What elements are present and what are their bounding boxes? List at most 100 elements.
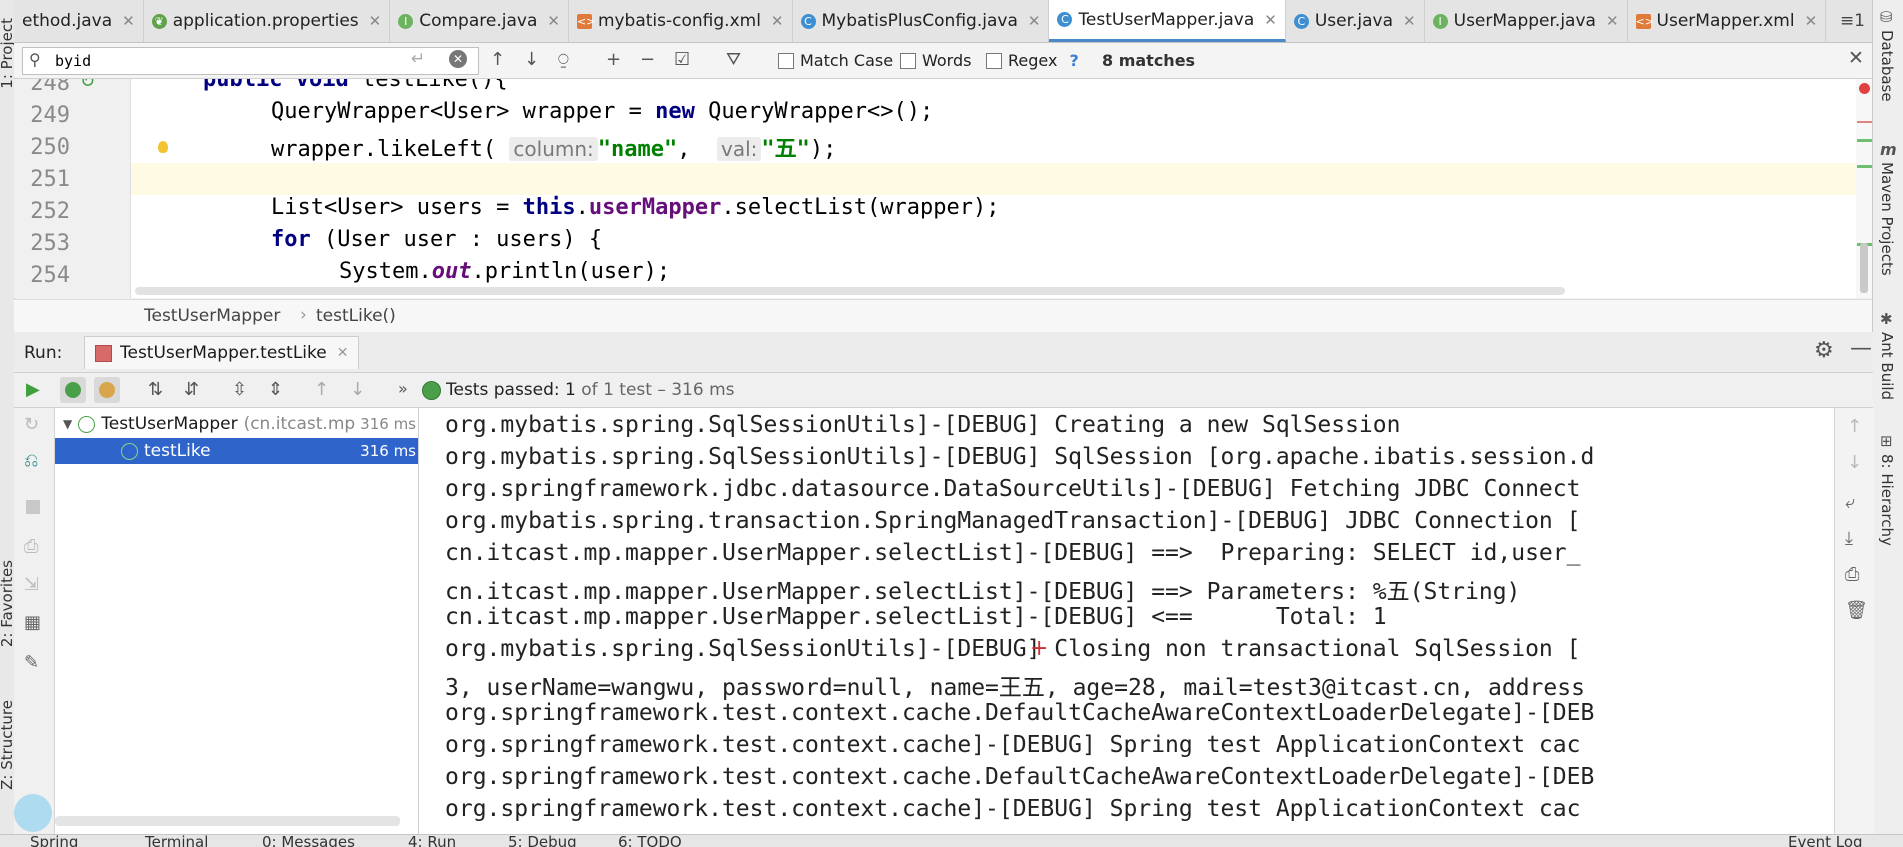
collapse-all-icon[interactable]: ⇕ (268, 379, 283, 400)
more-icon[interactable]: » (398, 379, 408, 398)
close-icon[interactable]: ✕ (337, 345, 349, 361)
stripe-mark[interactable] (1857, 139, 1873, 142)
suite-package: (cn.itcast.mp (243, 414, 356, 434)
close-find-icon[interactable]: ✕ (1848, 47, 1864, 69)
trash-icon[interactable]: 🗑 (1845, 600, 1868, 621)
previous-failed-icon[interactable]: ↑ (314, 379, 329, 400)
print-icon[interactable]: ⎙ (1845, 564, 1859, 585)
find-all-icon[interactable]: ⍜ (558, 49, 569, 70)
console-line: org.springframework.jdbc.datasource.Data… (445, 476, 1581, 502)
gear-icon[interactable]: ⚙ (1814, 338, 1834, 363)
breadcrumb-class[interactable]: TestUserMapper (144, 306, 280, 326)
previous-occurrence-icon[interactable]: ↑ (490, 49, 505, 70)
event-log-tool-button[interactable]: Event Log (1788, 835, 1863, 847)
keyword: public (203, 79, 283, 92)
code-line-252: List<User> users = this.userMapper.selec… (271, 195, 1873, 227)
rerun-icon[interactable]: ▶ (26, 379, 40, 400)
run-tab[interactable]: TestUserMapper.testLike ✕ (84, 336, 360, 369)
close-icon[interactable]: ✕ (771, 12, 784, 30)
close-icon[interactable]: ✕ (1028, 12, 1041, 30)
close-icon[interactable]: ✕ (122, 12, 135, 30)
toggle-auto-test-icon[interactable]: ⎌ (24, 450, 38, 471)
regex-help-link[interactable]: ? (1069, 51, 1078, 70)
add-occurrence-icon[interactable]: + (606, 49, 621, 70)
select-all-occurrences-icon[interactable]: ☑ (674, 49, 690, 70)
close-icon[interactable]: ✕ (1403, 12, 1416, 30)
tab-mybatisplusconfig-java[interactable]: C MybatisPlusConfig.java ✕ (793, 0, 1050, 42)
stop-icon[interactable] (26, 500, 40, 514)
clear-search-icon[interactable]: ✕ (449, 50, 467, 68)
words-checkbox[interactable]: Words (900, 51, 971, 70)
regex-checkbox[interactable]: Regex? (986, 51, 1079, 70)
show-ignored-button[interactable] (94, 377, 120, 403)
keyword: new (655, 99, 695, 124)
line-number: 251 (30, 167, 70, 192)
tree-row-suite[interactable]: ▼ TestUserMapper (cn.itcast.mp 316 ms (55, 411, 418, 437)
floating-bubble[interactable] (14, 794, 52, 832)
terminal-tool-button[interactable]: Terminal (145, 835, 208, 847)
maven-projects-tool-button[interactable]: Maven Projects (1878, 162, 1896, 276)
messages-tool-button[interactable]: 0: Messages (262, 835, 355, 847)
database-tool-button[interactable]: Database (1878, 30, 1896, 102)
arrow-up-icon[interactable]: ↑ (1847, 416, 1862, 437)
hierarchy-tool-button[interactable]: 8: Hierarchy (1878, 454, 1896, 546)
match-case-checkbox[interactable]: Match Case (778, 51, 893, 70)
error-indicator-icon[interactable] (1859, 83, 1870, 94)
run-tool-button[interactable]: 4: Run (408, 835, 456, 847)
tab-compare-java[interactable]: I Compare.java ✕ (390, 0, 569, 42)
tab-usermapper-java[interactable]: I UserMapper.java ✕ (1425, 0, 1628, 42)
tab-method-java[interactable]: ethod.java ✕ (14, 0, 144, 42)
vertical-scrollbar[interactable] (1860, 243, 1868, 293)
tab-label: UserMapper.xml (1656, 11, 1795, 31)
export-icon[interactable]: ⇲ (24, 574, 39, 595)
search-icon[interactable]: ⚲ (29, 50, 41, 69)
next-failed-icon[interactable]: ↓ (350, 379, 365, 400)
tab-testusermapper-java[interactable]: C TestUserMapper.java ✕ (1049, 0, 1286, 42)
todo-tool-button[interactable]: 6: TODO (618, 835, 682, 847)
tab-overflow-button[interactable]: ≡1 (1832, 0, 1873, 42)
tree-row-test[interactable]: testLike 316 ms (55, 438, 418, 464)
stripe-mark[interactable] (1857, 121, 1873, 123)
remove-occurrence-icon[interactable]: − (640, 49, 655, 70)
next-occurrence-icon[interactable]: ↓ (524, 49, 539, 70)
rerun-failed-icon[interactable]: ↻ (24, 414, 39, 435)
run-test-icon[interactable]: ↻ (80, 79, 95, 92)
arrow-down-icon[interactable]: ↓ (1847, 452, 1862, 473)
tab-user-java[interactable]: C User.java ✕ (1286, 0, 1425, 42)
spring-tool-button[interactable]: Spring (30, 835, 78, 847)
ant-build-tool-button[interactable]: Ant Build (1878, 332, 1896, 400)
scroll-to-end-icon[interactable]: ⤓ (1845, 528, 1853, 549)
tab-mybatis-config-xml[interactable]: <> mybatis-config.xml ✕ (569, 0, 793, 42)
layout-icon[interactable]: ▦ (24, 612, 41, 633)
camera-icon[interactable]: ⎙ (24, 536, 38, 557)
close-icon[interactable]: ✕ (547, 12, 560, 30)
chevron-down-icon[interactable]: ▼ (63, 417, 72, 431)
expand-all-icon[interactable]: ⇳ (232, 379, 247, 400)
code-area[interactable]: public void testLike(){ QueryWrapper<Use… (131, 79, 1873, 298)
breadcrumb-method[interactable]: testLike() (316, 306, 396, 326)
stripe-mark[interactable] (1857, 165, 1873, 168)
horizontal-scrollbar[interactable] (135, 287, 1565, 295)
keyword: void (295, 79, 349, 92)
code-editor[interactable]: 248 249 250 251 252 253 254 ↻ public voi… (14, 79, 1873, 298)
console-output[interactable]: org.mybatis.spring.SqlSessionUtils]-[DEB… (419, 408, 1834, 834)
sort-by-duration-icon[interactable]: ⇵ (184, 379, 199, 400)
minimize-icon[interactable]: — (1850, 336, 1872, 361)
pin-icon[interactable]: ✎ (24, 652, 39, 673)
tab-usermapper-xml[interactable]: <> UserMapper.xml ✕ (1628, 0, 1827, 42)
close-icon[interactable]: ✕ (1805, 12, 1818, 30)
filter-icon[interactable]: ⛛ (726, 49, 741, 70)
tab-application-properties[interactable]: ❦ application.properties ✕ (144, 0, 391, 42)
find-input[interactable] (53, 50, 417, 72)
debug-tool-button[interactable]: 5: Debug (508, 835, 577, 847)
sort-alphabetically-icon[interactable]: ⇅ (148, 379, 163, 400)
close-icon[interactable]: ✕ (1606, 12, 1619, 30)
soft-wrap-icon[interactable]: ⤶ (1845, 492, 1855, 513)
close-icon[interactable]: ✕ (369, 12, 382, 30)
console-line: org.springframework.test.context.cache]-… (445, 732, 1581, 758)
test-results-tree[interactable]: ▼ TestUserMapper (cn.itcast.mp 316 ms te… (55, 408, 419, 834)
show-passed-button[interactable] (60, 377, 86, 403)
tree-horizontal-scrollbar[interactable] (55, 816, 400, 826)
close-icon[interactable]: ✕ (1264, 11, 1277, 29)
code-token: .println(user); (471, 259, 671, 284)
